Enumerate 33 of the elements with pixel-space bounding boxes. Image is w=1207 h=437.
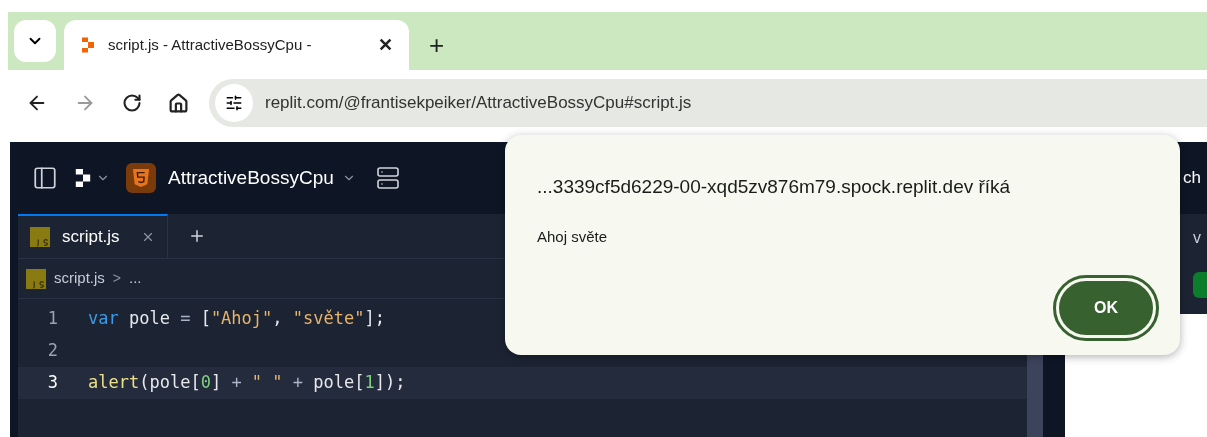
js-file-icon [30,227,50,247]
dialog-message: Ahoj světe [537,226,609,247]
breadcrumb-separator: > [112,269,122,288]
home-icon[interactable] [168,92,189,114]
js-file-icon [26,268,46,289]
database-icon[interactable] [375,166,400,190]
reload-icon[interactable] [122,93,142,113]
new-tab-button[interactable]: + [429,32,445,58]
address-field[interactable]: replit.com/@frantisekpeiker/AttractiveBossyCpu#script.js [209,79,1207,127]
breadcrumb-more[interactable]: ... [129,267,142,290]
line-number: 1 [46,307,59,331]
sidebar-toggle-icon[interactable] [32,165,58,191]
replit-logo-icon [74,167,92,189]
site-favicon-icon [80,36,96,54]
close-icon[interactable] [141,230,155,244]
tab-title: script.js - AttractiveBossyCpu - [108,34,313,55]
line-number: 2 [46,339,59,363]
line-number: 3 [46,371,59,395]
url-text: replit.com/@frantisekpeiker/AttractiveBossyCpu#script.js [265,92,692,115]
breadcrumb-file[interactable]: script.js [54,267,105,290]
panel-handle[interactable] [1193,272,1207,298]
site-info-button[interactable] [215,84,253,122]
dialog-title: ...3339cf5d6229-00-xqd5zv876m79.spock.replit.dev říká [537,175,1012,199]
browser-tab[interactable]: script.js - AttractiveBossyCpu - ✕ [64,20,409,70]
header-text: ch [1183,167,1201,190]
html5-icon [126,163,156,193]
editor-tab[interactable]: script.js [18,214,168,258]
pane-text: v [1193,228,1201,248]
site-info-icon [225,94,243,112]
add-tab-icon[interactable] [188,227,206,245]
ok-button[interactable]: OK [1056,278,1156,338]
close-tab-button[interactable]: ✕ [378,31,393,59]
project-name[interactable]: AttractiveBossyCpu [168,163,334,193]
